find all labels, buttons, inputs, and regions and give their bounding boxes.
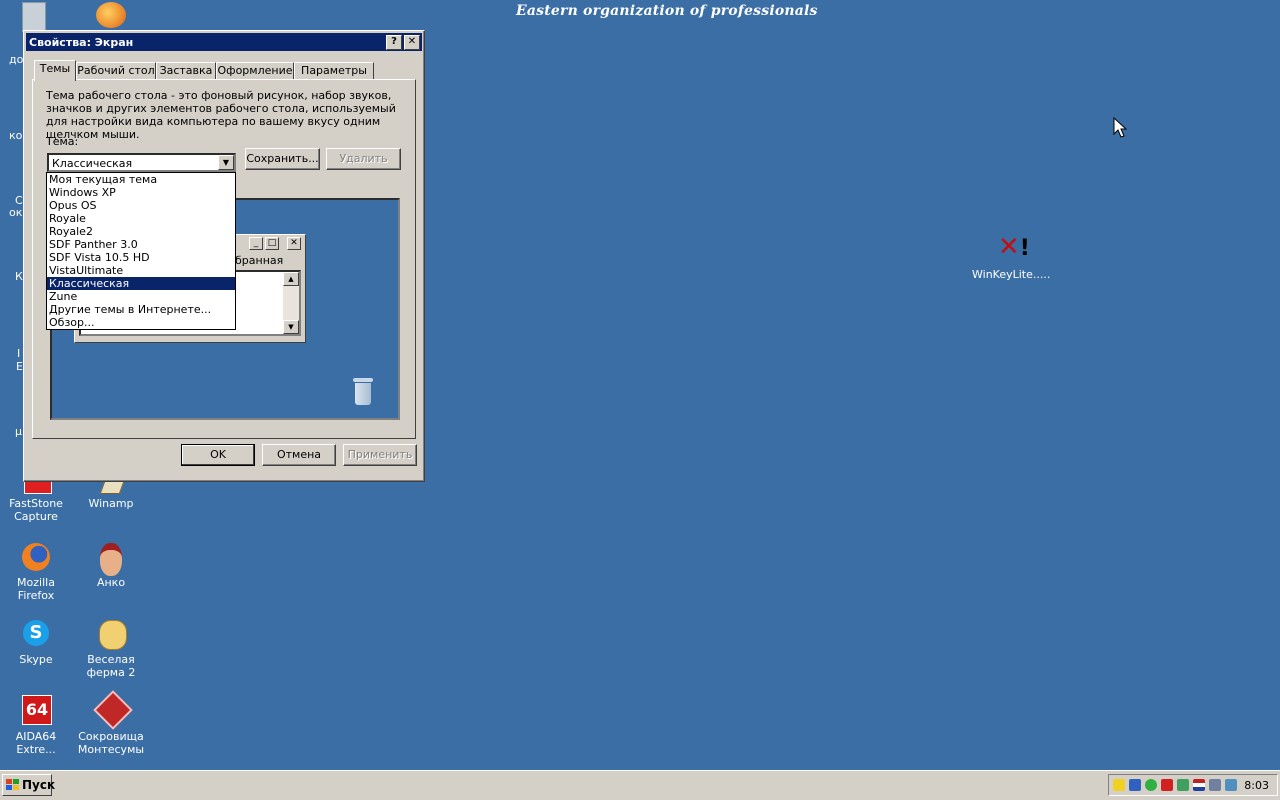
minimize-icon: _ xyxy=(249,237,263,250)
theme-option[interactable]: Другие темы в Интернете... xyxy=(47,303,235,316)
delete-theme-button[interactable]: Удалить xyxy=(326,148,401,170)
preview-window-text: бранная xyxy=(235,254,284,267)
desktop-label-fragment: µ xyxy=(15,425,22,438)
theme-option[interactable]: Royale xyxy=(47,212,235,225)
icon-label: Winamp xyxy=(88,497,134,510)
device-icon[interactable] xyxy=(1209,779,1221,791)
partial-icon-top-1[interactable] xyxy=(22,2,46,32)
theme-option[interactable]: Моя текущая тема xyxy=(47,173,235,186)
apply-button[interactable]: Применить xyxy=(343,444,417,466)
network-icon[interactable] xyxy=(1129,779,1141,791)
firefox-icon xyxy=(20,541,52,573)
icon-label: Mozilla Firefox xyxy=(17,576,55,602)
language-flag-icon[interactable] xyxy=(1193,779,1205,791)
help-button[interactable]: ? xyxy=(386,35,402,50)
icon-label: Сокровища Монтесумы xyxy=(77,730,145,756)
theme-dropdown-list: Моя текущая тема Windows XP Opus OS Roya… xyxy=(46,172,236,330)
icon-label: Анко xyxy=(96,576,126,589)
scroll-up-icon: ▲ xyxy=(283,272,299,286)
icon-label: WinKeyLite..... xyxy=(972,268,1051,281)
montezuma-icon xyxy=(93,690,133,730)
tab-themes[interactable]: Темы xyxy=(34,60,76,81)
theme-combobox-value: Классическая xyxy=(52,157,133,170)
theme-option[interactable]: SDF Panther 3.0 xyxy=(47,238,235,251)
security-check-icon[interactable] xyxy=(1145,779,1157,791)
tab-desktop[interactable]: Рабочий стол xyxy=(76,62,156,80)
theme-label: Тема: xyxy=(46,135,79,148)
theme-description: Тема рабочего стола - это фоновый рисуно… xyxy=(46,89,396,141)
desktop-label-fragment: К xyxy=(15,270,23,283)
theme-option-selected[interactable]: Классическая xyxy=(47,277,235,290)
close-icon: ✕ xyxy=(287,237,301,250)
chevron-down-icon[interactable]: ▼ xyxy=(218,155,234,170)
desktop-icon-farm[interactable]: Веселая ферма 2 xyxy=(73,618,149,679)
desktop-icon-winkey[interactable]: ✕! WinKeyLite..... xyxy=(972,232,1051,281)
desktop-icon-aida64[interactable]: 64 AIDA64 Extre... xyxy=(0,695,74,756)
cancel-button[interactable]: Отмена xyxy=(262,444,336,466)
tab-settings[interactable]: Параметры xyxy=(294,62,374,80)
aida64-badge: 64 xyxy=(22,695,52,725)
theme-option[interactable]: Обзор... xyxy=(47,316,235,329)
maximize-icon: □ xyxy=(265,237,279,250)
ok-button[interactable]: OK xyxy=(181,444,255,466)
theme-option[interactable]: VistaUltimate xyxy=(47,264,235,277)
partial-icon-top-2[interactable] xyxy=(96,2,126,28)
app-icon[interactable] xyxy=(1225,779,1237,791)
icon-label: AIDA64 Extre... xyxy=(15,730,57,756)
theme-option[interactable]: Opus OS xyxy=(47,199,235,212)
farm-duck-icon xyxy=(95,618,127,650)
preview-scrollbar: ▲ ▼ xyxy=(283,272,299,334)
start-label: Пуск xyxy=(22,778,56,792)
anko-icon xyxy=(95,541,127,576)
antivirus-icon[interactable] xyxy=(1161,779,1173,791)
desktop-label-fragment: Е xyxy=(16,360,23,373)
winkey-icon: ✕! xyxy=(998,232,1030,262)
theme-option[interactable]: SDF Vista 10.5 HD xyxy=(47,251,235,264)
scroll-down-icon: ▼ xyxy=(283,320,299,334)
windows-logo-icon xyxy=(6,779,19,791)
theme-option[interactable]: Windows XP xyxy=(47,186,235,199)
dialog-title: Свойства: Экран xyxy=(29,36,134,49)
desktop-label-fragment: І xyxy=(17,347,21,360)
mouse-cursor-icon xyxy=(1113,116,1128,142)
close-button[interactable]: ✕ xyxy=(404,35,420,50)
desktop-icon-montezuma[interactable]: Сокровища Монтесумы xyxy=(73,690,149,756)
desktop-banner: Eastern organization of professionals xyxy=(516,3,818,19)
start-button[interactable]: Пуск xyxy=(2,774,56,796)
theme-option[interactable]: Royale2 xyxy=(47,225,235,238)
theme-combobox[interactable]: Классическая ▼ xyxy=(47,153,236,172)
save-theme-button[interactable]: Сохранить... xyxy=(245,148,320,170)
theme-option[interactable]: Zune xyxy=(47,290,235,303)
icon-label: FastStone Capture xyxy=(9,497,63,523)
clock: 8:03 xyxy=(1244,779,1269,792)
dialog-titlebar[interactable]: Свойства: Экран ? ✕ xyxy=(26,33,422,51)
desktop-icon-firefox[interactable]: Mozilla Firefox xyxy=(0,541,74,602)
icon-label: Веселая ферма 2 xyxy=(86,653,136,679)
tab-appearance[interactable]: Оформление xyxy=(216,62,294,80)
volume-icon[interactable] xyxy=(1177,779,1189,791)
recycle-bin-icon xyxy=(352,378,374,406)
aida64-icon: 64 xyxy=(20,695,52,727)
shield-icon[interactable] xyxy=(1113,779,1125,791)
taskbar: Пуск 8:03 xyxy=(0,770,1280,800)
skype-icon: S xyxy=(20,618,52,650)
desktop-icon-anko[interactable]: Анко xyxy=(73,541,149,589)
tab-screensaver[interactable]: Заставка xyxy=(156,62,216,80)
desktop-icon-skype[interactable]: S Skype xyxy=(0,618,74,666)
icon-label: Skype xyxy=(19,653,53,666)
system-tray: 8:03 xyxy=(1108,774,1278,796)
desktop-label-fragment: до xyxy=(9,53,24,66)
